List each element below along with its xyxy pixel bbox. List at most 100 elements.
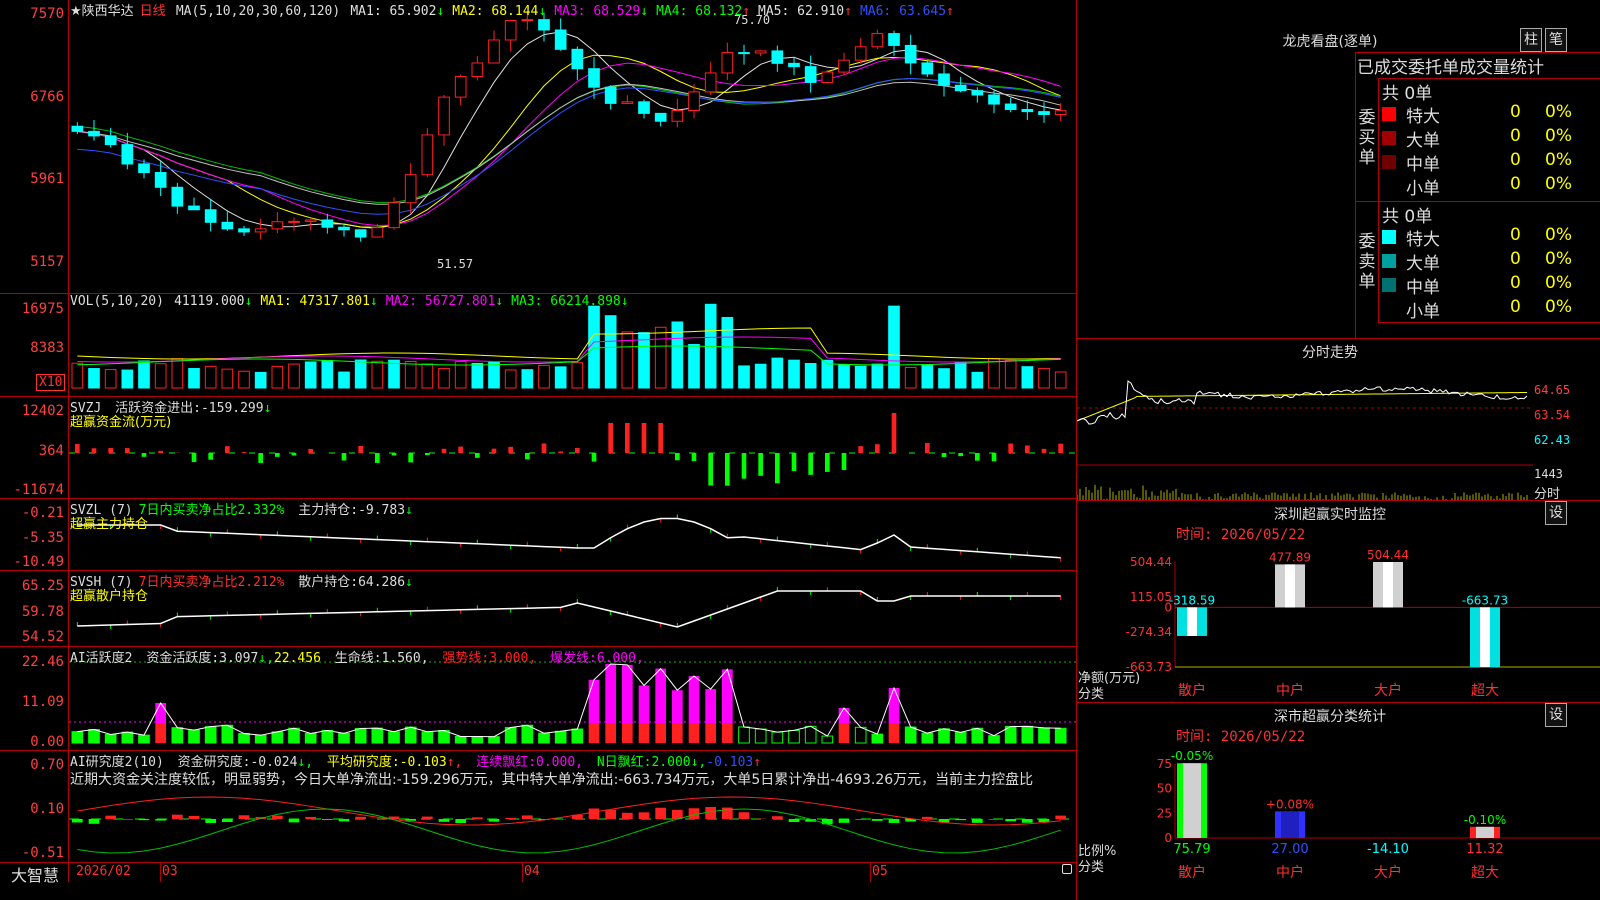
flow-bar (441, 448, 447, 453)
research-bar (122, 819, 133, 820)
volume-bar (921, 364, 934, 389)
volume-bar (771, 357, 784, 389)
svsh-value: 64.286 (358, 575, 406, 590)
order-type-label: 小单 (1406, 302, 1440, 322)
brand-logo[interactable]: 大智慧 (0, 862, 70, 885)
header-traded[interactable]: 已成交 (1357, 58, 1408, 78)
activity-bar-hot (722, 669, 733, 723)
activity-bar-base (155, 723, 166, 743)
sz-class-axis-label: 50 (1157, 782, 1172, 796)
ai-research-axis-label: 0.10 (30, 801, 64, 817)
flow-bar (191, 453, 197, 462)
research-bar (588, 808, 600, 819)
ai-active-value: 3.097 (219, 651, 259, 666)
ma-value-3: MA3: 68.529↓ (554, 4, 649, 19)
svzj-axis-label: -11674 (13, 482, 64, 498)
svzj-axis-label: 12402 (21, 403, 64, 419)
volume-bar (638, 332, 650, 389)
research-bar (472, 817, 483, 819)
sz-class-value: 27.00 (1271, 842, 1308, 857)
order-type-label: 中单 (1406, 278, 1440, 298)
svzl-axis-label: -10.49 (13, 554, 64, 570)
research-bar (1038, 819, 1050, 823)
volume-bar (104, 369, 117, 389)
sz-class-settings-button[interactable]: 设 (1545, 703, 1567, 727)
candle-body (954, 84, 967, 92)
sz-monitor-bar-label: 477.89 (1269, 550, 1311, 564)
research-bar (138, 819, 150, 821)
sz-monitor-chart[interactable]: 504.44115.050-274.34-663.73-318.59散户477.… (1077, 540, 1600, 702)
sz-monitor-settings-button[interactable]: 设 (1545, 501, 1567, 525)
flow-bar (341, 453, 347, 461)
flow-bar (158, 450, 163, 453)
svzj-axis-label: 364 (38, 443, 64, 459)
sz-monitor-category: 超大 (1471, 683, 1499, 699)
flow-bar (658, 423, 663, 453)
header-volume-stats[interactable]: 成交量统计 (1459, 58, 1544, 78)
research-bar (188, 815, 200, 819)
volume-bar (788, 359, 800, 389)
order-count: 0 (1510, 273, 1521, 293)
activity-bar (421, 731, 434, 744)
research-value: -0.024 (250, 755, 298, 770)
lock-icon[interactable] (1062, 864, 1072, 874)
activity-bar (454, 735, 467, 744)
candle-body (521, 19, 534, 22)
ai-active-axis-label: 0.00 (30, 734, 64, 750)
star-icon[interactable]: ★ (70, 4, 82, 19)
activity-bar (404, 726, 417, 744)
flow-bar (625, 423, 630, 453)
flow-bar (775, 453, 780, 484)
ma-values: MA1: 65.902↓ MA2: 68.144↓ MA3: 68.529↓ MA4:… (350, 4, 962, 19)
volume-chart[interactable] (69, 294, 1076, 396)
volume-bar (1021, 366, 1034, 389)
svzj-value: -159.299 (200, 401, 264, 416)
flow-bar (941, 453, 947, 458)
volume-bar (271, 365, 284, 389)
svsh-ratio: 7日内买卖净占比2.212% (138, 575, 285, 590)
candlestick-chart[interactable] (69, 0, 1076, 293)
flow-bar (975, 453, 980, 461)
intraday-price-line (1077, 380, 1528, 425)
intraday-chart[interactable] (1077, 363, 1533, 500)
order-count: 0 (1510, 225, 1521, 245)
bar-view-button[interactable]: 柱 (1520, 28, 1542, 52)
sz-class-chart[interactable]: 75 50 25 0 -0.05% 75.79 散户 +0.08% 27.00 中户 -14.10 大… (1077, 742, 1600, 900)
sz-class-bar-highlight (1476, 826, 1494, 838)
vol-value-1: 41119.000↓ (174, 294, 253, 309)
flow-bar (791, 453, 797, 472)
volume-bar (204, 365, 217, 389)
volume-bar (838, 364, 850, 389)
activity-bar-base (688, 723, 700, 743)
research-bar (522, 815, 533, 819)
activity-bar (204, 726, 217, 744)
activity-bar (138, 734, 150, 744)
vol-value-arrow: ↓ (369, 294, 378, 309)
sz-monitor-divider (1076, 500, 1600, 501)
flow-bar (825, 453, 830, 472)
candle-body (821, 71, 834, 83)
buy-orders-label: 委买单 (1358, 108, 1376, 168)
volume-bar (754, 363, 767, 389)
research-bar (705, 807, 716, 819)
flow-bar (1025, 445, 1030, 453)
flow-bar (141, 453, 147, 457)
ai-active-value2: 22.456 (273, 651, 321, 666)
research-bar (288, 819, 300, 823)
tick-view-button[interactable]: 笔 (1545, 28, 1567, 52)
ma-value-arrow: ↓ (640, 4, 649, 19)
strong-line-value: 3.000, (489, 651, 537, 666)
volume-bar (1004, 359, 1017, 389)
activity-bar-base (672, 723, 683, 743)
period-label[interactable]: 日线 (140, 4, 166, 19)
volume-bar (438, 367, 450, 389)
vol-unit-badge[interactable]: X10 (36, 374, 66, 391)
date-label: 2026/02 (76, 864, 131, 879)
candle-body (188, 205, 200, 211)
volume-bar (304, 361, 317, 389)
volume-bar (504, 369, 517, 389)
header-orders[interactable]: 委托单 (1408, 58, 1459, 78)
ai-active-sep: , (266, 651, 274, 666)
lifeline-label: 生命线: (334, 651, 382, 666)
flow-bar (558, 451, 563, 453)
